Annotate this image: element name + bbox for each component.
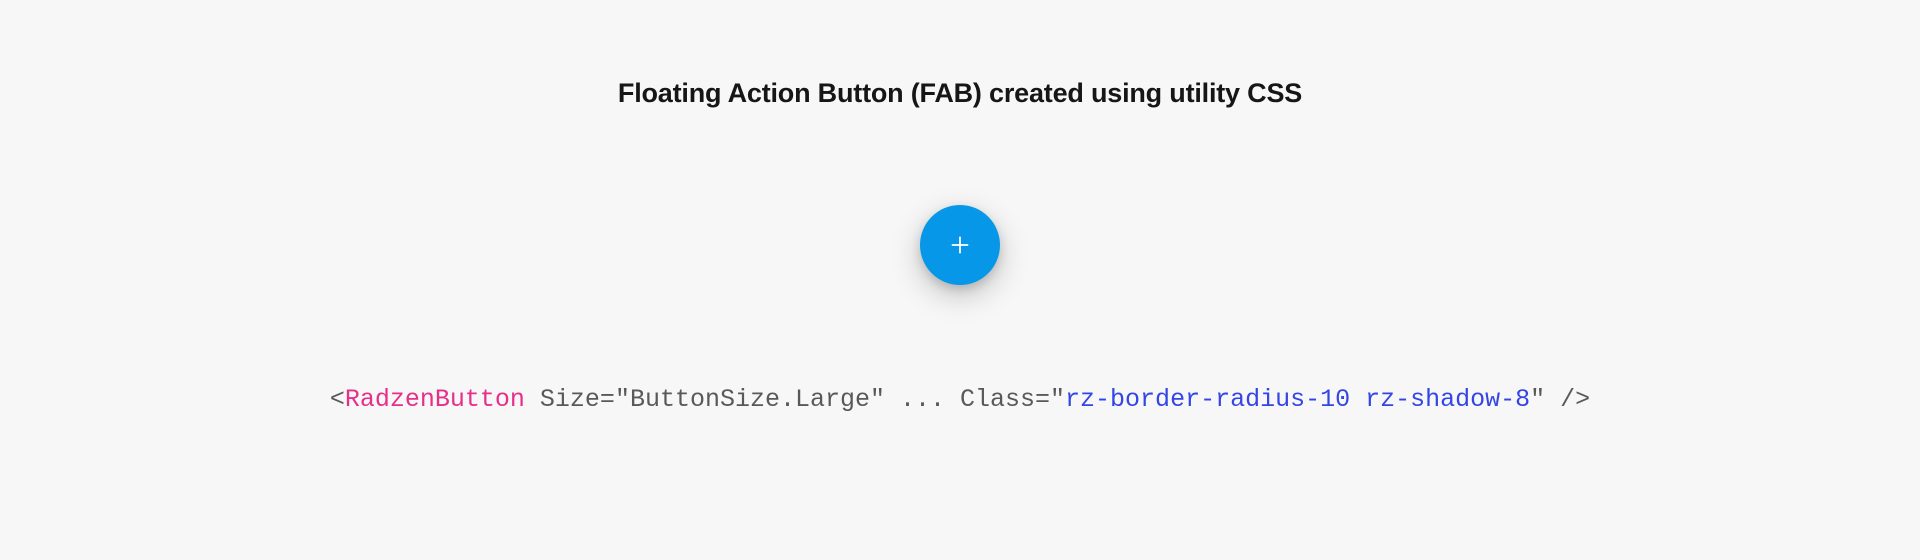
code-attr-name: Size [540,385,600,414]
code-punct: = [600,385,615,414]
code-attr-value: "ButtonSize.Large" [615,385,885,414]
code-class-value: rz-border-radius-10 rz-shadow-8 [1065,385,1530,414]
code-quote: " [1530,385,1545,414]
add-icon [949,234,971,256]
fab-button[interactable] [920,205,1000,285]
code-snippet: <RadzenButton Size="ButtonSize.Large" ..… [330,385,1590,414]
code-punct: < [330,385,345,414]
page-title: Floating Action Button (FAB) created usi… [618,78,1302,109]
code-attr-name: Class [960,385,1035,414]
code-ellipsis: ... [885,385,960,414]
code-close: /> [1545,385,1590,414]
code-punct: = [1035,385,1050,414]
code-quote: " [1050,385,1065,414]
code-space [525,385,540,414]
code-tagname: RadzenButton [345,385,525,414]
